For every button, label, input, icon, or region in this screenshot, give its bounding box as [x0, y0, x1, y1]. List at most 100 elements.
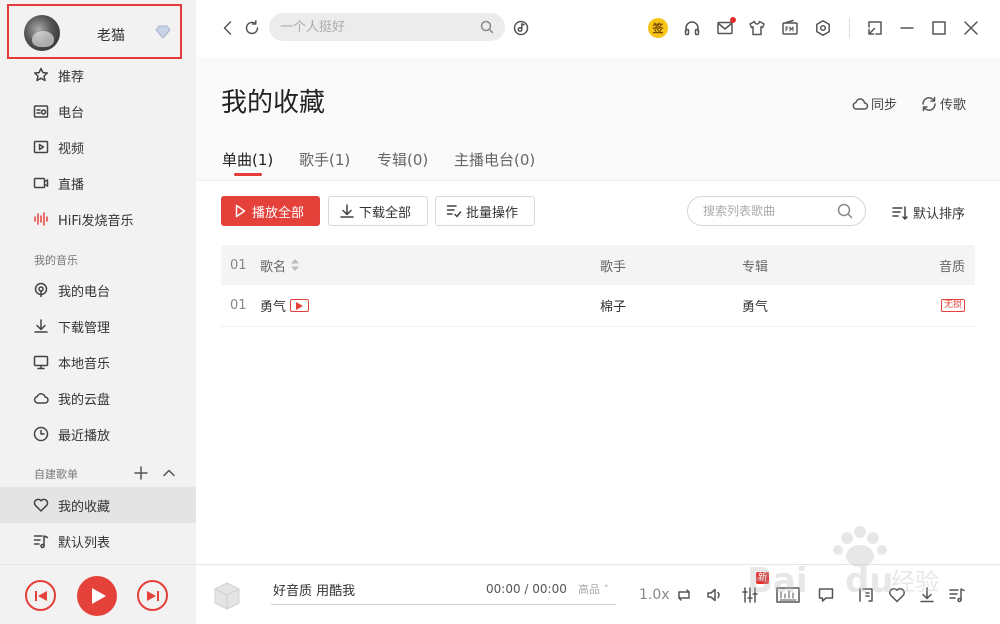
list-search-input[interactable]	[703, 204, 833, 218]
search-icon[interactable]	[480, 20, 494, 34]
equalizer-icon[interactable]	[741, 586, 759, 604]
sync-arrows-icon	[920, 96, 938, 112]
song-name[interactable]: 勇气	[260, 296, 286, 315]
header-index: 01	[230, 257, 247, 273]
download-icon[interactable]	[918, 586, 936, 604]
header-song-name-cell[interactable]: 歌名	[260, 245, 300, 285]
chevron-up-icon[interactable]	[162, 466, 176, 480]
sync-label: 同步	[871, 98, 898, 113]
next-icon	[146, 589, 160, 603]
sort-icon	[892, 205, 908, 220]
download-all-button[interactable]: 下载全部	[328, 196, 428, 226]
maximize-icon[interactable]	[930, 19, 948, 37]
sidebar-item-label: 直播	[58, 177, 85, 193]
playlist-icon[interactable]	[948, 586, 966, 604]
table-row[interactable]: 01 勇气 棉子 勇气 无损	[221, 285, 975, 327]
playback-time: 00:00 / 00:00	[486, 582, 567, 596]
sign-in-badge[interactable]: 签	[648, 18, 668, 38]
row-index: 01	[230, 298, 247, 313]
song-artist[interactable]: 棉子	[600, 285, 626, 326]
download-all-label: 下载全部	[359, 205, 412, 221]
tab-radio-hosts[interactable]: 主播电台(0)	[454, 149, 535, 170]
lossless-badge: 无损	[940, 299, 965, 312]
sidebar-item-my-radio[interactable]: 我的电台	[0, 272, 196, 308]
diamond-icon[interactable]	[155, 25, 171, 39]
refresh-icon[interactable]	[243, 19, 261, 37]
album-cover-placeholder-icon[interactable]	[207, 575, 247, 615]
search-box[interactable]	[269, 13, 505, 41]
sidebar-item-hifi[interactable]: HiFi发烧音乐	[0, 201, 196, 237]
close-icon[interactable]	[962, 19, 980, 37]
plus-icon[interactable]	[134, 466, 148, 480]
sidebar-item-label: 电台	[58, 105, 85, 121]
header-album: 专辑	[742, 259, 769, 275]
sync-button[interactable]: 同步	[851, 94, 897, 113]
sidebar-item-video[interactable]: 视频	[0, 129, 196, 165]
list-search-box[interactable]	[687, 196, 866, 226]
tab-albums[interactable]: 专辑(0)	[377, 149, 428, 170]
sidebar-item-download[interactable]: 下载管理	[0, 308, 196, 344]
avatar[interactable]	[24, 15, 60, 51]
sort-arrows-icon[interactable]	[290, 258, 300, 272]
sidebar-item-radio[interactable]: 电台	[0, 93, 196, 129]
transfer-button[interactable]: 传歌	[920, 94, 966, 113]
sort-label: 默认排序	[913, 207, 966, 222]
headphones-icon[interactable]	[683, 19, 701, 37]
search-icon[interactable]	[837, 203, 853, 219]
player-controls	[0, 565, 196, 624]
batch-operation-label: 批量操作	[466, 205, 519, 221]
sidebar-item-local-music[interactable]: 本地音乐	[0, 344, 196, 380]
transfer-label: 传歌	[940, 98, 967, 113]
sound-effect-icon[interactable]	[776, 586, 800, 604]
sidebar-item-label: HiFi发烧音乐	[58, 213, 134, 229]
batch-operation-button[interactable]: 批量操作	[435, 196, 535, 226]
play-icon	[232, 203, 248, 219]
sidebar-item-recommend[interactable]: 推荐	[0, 57, 196, 93]
search-input[interactable]	[280, 19, 470, 35]
tab-artists[interactable]: 歌手(1)	[299, 149, 350, 170]
sidebar-item-recent[interactable]: 最近播放	[0, 416, 196, 452]
mv-play-icon[interactable]	[290, 299, 310, 312]
sidebar-item-favorites[interactable]: 我的收藏	[0, 487, 196, 523]
mini-mode-icon[interactable]	[866, 19, 884, 37]
tshirt-skin-icon[interactable]	[748, 19, 766, 37]
now-playing-title[interactable]: 好音质 用酷我	[273, 580, 355, 599]
sidebar-item-cloud-disk[interactable]: 我的云盘	[0, 380, 196, 416]
heart-icon[interactable]	[888, 586, 906, 604]
play-button[interactable]	[77, 576, 117, 616]
song-name-cell[interactable]: 勇气	[260, 285, 310, 326]
username[interactable]: 老猫	[97, 25, 125, 45]
quality-selector[interactable]: 高品 ˄	[578, 581, 609, 597]
playlists-section-title: 自建歌单	[34, 468, 78, 481]
next-button[interactable]	[137, 580, 168, 611]
back-icon[interactable]	[219, 19, 237, 37]
previous-button[interactable]	[25, 580, 56, 611]
download-icon	[33, 318, 49, 334]
notification-dot	[730, 17, 736, 23]
sidebar-item-label: 我的电台	[58, 284, 111, 300]
playback-speed[interactable]: 1.0x	[639, 587, 670, 603]
sidebar-item-live[interactable]: 直播	[0, 165, 196, 201]
sort-button[interactable]: 默认排序	[892, 203, 965, 222]
song-album[interactable]: 勇气	[742, 285, 768, 326]
comment-icon[interactable]	[817, 586, 835, 604]
user-profile-box[interactable]: 老猫	[7, 4, 182, 59]
volume-icon[interactable]	[706, 586, 724, 604]
lyrics-icon[interactable]	[857, 586, 875, 604]
play-icon	[88, 587, 107, 605]
music-recognize-icon[interactable]	[512, 19, 530, 37]
page-title: 我的收藏	[221, 88, 326, 118]
sidebar-item-label: 推荐	[58, 69, 85, 85]
header-song-name: 歌名	[260, 259, 287, 275]
header-quality: 音质	[938, 259, 965, 275]
minimize-icon[interactable]	[898, 19, 916, 37]
my-music-section-title: 我的音乐	[34, 254, 78, 267]
fm-icon[interactable]	[781, 19, 799, 37]
play-all-button[interactable]: 播放全部	[221, 196, 320, 226]
settings-gear-icon[interactable]	[814, 19, 832, 37]
loop-icon[interactable]	[675, 586, 693, 604]
sidebar-item-default-list[interactable]: 默认列表	[0, 523, 196, 559]
tab-songs[interactable]: 单曲(1)	[222, 149, 273, 170]
monitor-icon	[33, 354, 49, 370]
progress-bar[interactable]	[271, 604, 616, 605]
